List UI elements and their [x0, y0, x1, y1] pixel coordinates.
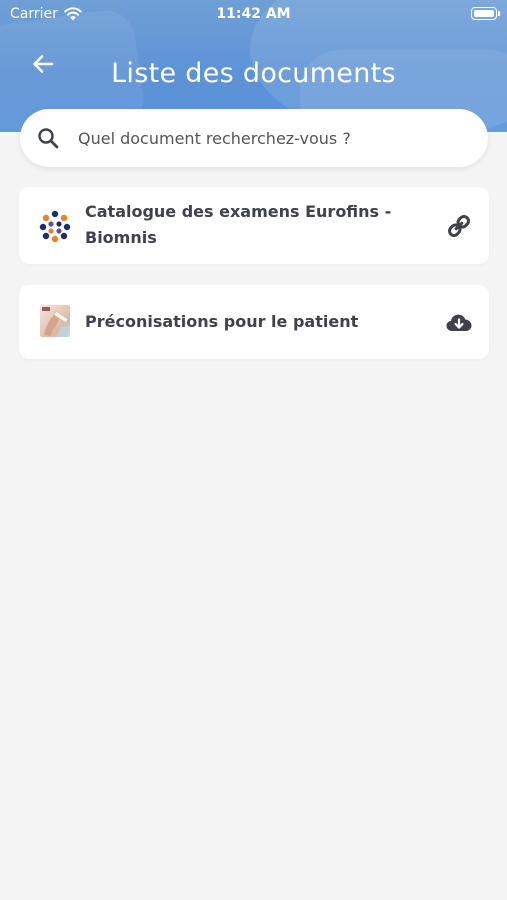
document-thumbnail [40, 305, 70, 337]
search-bar[interactable] [20, 109, 488, 167]
document-item-catalogue[interactable]: Catalogue des examens Eurofins - Biomnis [19, 187, 489, 264]
document-title: Catalogue des examens Eurofins - Biomnis [85, 202, 392, 247]
search-icon [38, 128, 59, 149]
link-icon[interactable] [445, 212, 473, 240]
cloud-download-icon[interactable] [445, 309, 473, 337]
document-item-preconisations[interactable]: Préconisations pour le patient [19, 285, 489, 359]
page-title: Liste des documents [111, 58, 396, 89]
battery-icon [471, 7, 500, 20]
eurofins-logo-icon [39, 210, 71, 243]
status-bar: Carrier 11:42 AM [0, 0, 507, 30]
search-input[interactable] [78, 109, 473, 167]
status-time: 11:42 AM [216, 6, 291, 22]
document-title: Préconisations pour le patient [85, 312, 359, 331]
